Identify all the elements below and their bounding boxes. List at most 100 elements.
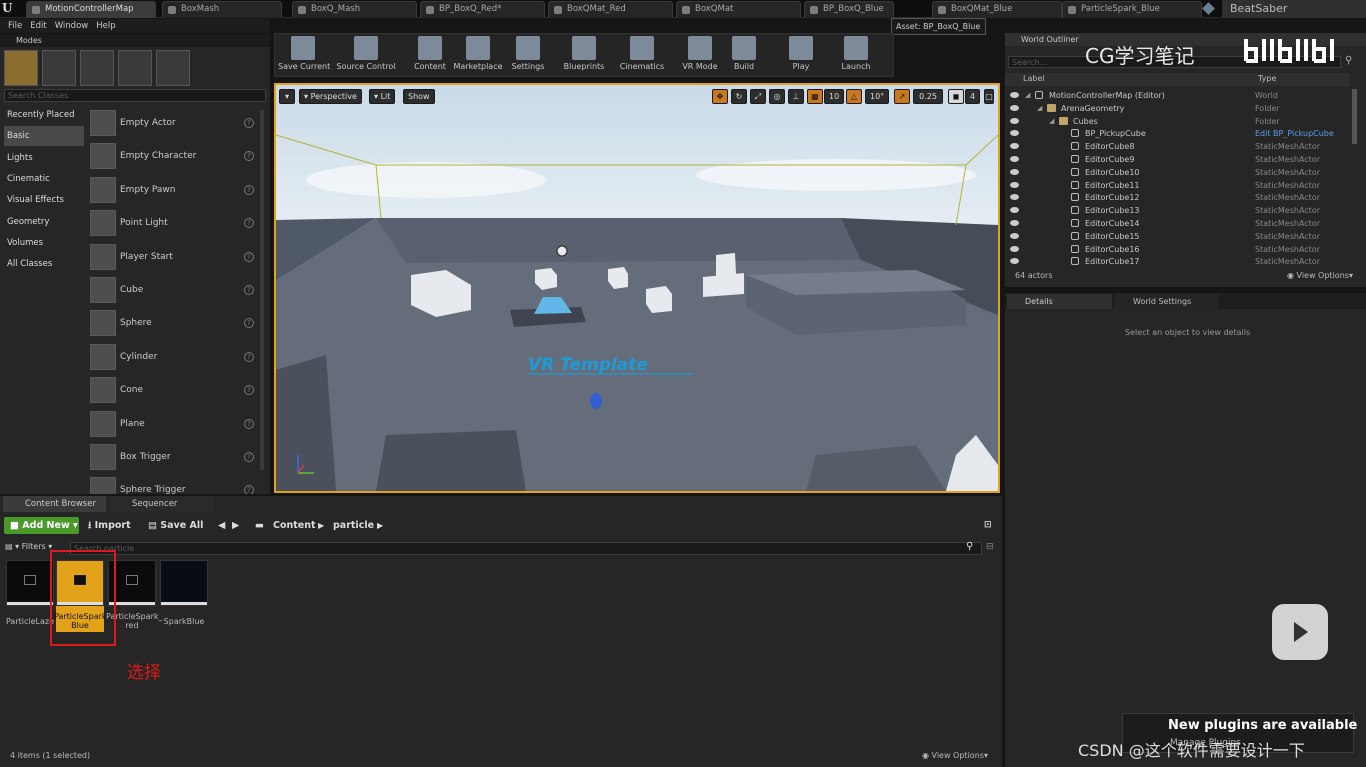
outliner-row[interactable]: EditorCube14 StaticMeshActor	[1005, 217, 1350, 230]
perspective-button[interactable]: ▾ Perspective	[299, 89, 362, 104]
menu-help[interactable]: Help	[96, 19, 115, 33]
outliner-row[interactable]: EditorCube12 StaticMeshActor	[1005, 191, 1350, 204]
visibility-eye-icon[interactable]	[1010, 245, 1019, 252]
camera-speed-value[interactable]: 4	[965, 89, 981, 104]
outliner-row[interactable]: EditorCube16 StaticMeshActor	[1005, 243, 1350, 256]
placeable-item[interactable]: Sphere Trigger?	[90, 475, 258, 494]
help-icon[interactable]: ?	[244, 118, 254, 128]
visibility-eye-icon[interactable]	[1010, 232, 1019, 239]
outliner-row[interactable]: EditorCube11 StaticMeshActor	[1005, 179, 1350, 192]
menu-edit[interactable]: Edit	[30, 19, 46, 33]
outliner-row[interactable]: ◢ MotionControllerMap (Editor) World	[1005, 89, 1350, 102]
placeable-item[interactable]: Cylinder?	[90, 342, 258, 374]
category-item[interactable]: Lights	[4, 148, 84, 168]
rotation-snap-icon[interactable]: △	[846, 89, 862, 104]
visibility-eye-icon[interactable]	[1010, 130, 1019, 137]
category-item[interactable]: Visual Effects	[4, 190, 84, 210]
visibility-eye-icon[interactable]	[1010, 156, 1019, 162]
help-icon[interactable]: ?	[244, 218, 254, 229]
video-player-icon[interactable]	[1272, 604, 1328, 660]
outliner-row[interactable]: EditorCube9 StaticMeshActor	[1005, 153, 1350, 166]
document-tab[interactable]: BoxQ_Mash	[292, 1, 417, 18]
category-item[interactable]: Cinematic	[4, 169, 84, 189]
category-item[interactable]: Recently Placed	[4, 105, 84, 125]
visibility-eye-icon[interactable]	[1010, 168, 1019, 175]
place-mode-icon[interactable]	[4, 50, 38, 86]
outliner-row[interactable]: ◢ Cubes Folder	[1005, 115, 1350, 128]
visibility-eye-icon[interactable]	[1010, 117, 1019, 124]
document-tab[interactable]: BP_BoxQ_Red*	[420, 1, 545, 18]
toolbar-button-marketplace[interactable]: Marketplace	[452, 36, 504, 76]
toolbar-button-cinematics[interactable]: Cinematics	[618, 36, 666, 76]
placeable-item[interactable]: Empty Actor?	[90, 108, 258, 140]
visibility-eye-icon[interactable]	[1010, 258, 1019, 265]
toolbar-button-settings[interactable]: Settings	[510, 36, 546, 76]
outliner-scrollbar[interactable]	[1352, 89, 1357, 144]
placeable-item[interactable]: Player Start?	[90, 242, 258, 274]
expand-arrow-icon[interactable]: ◢	[1049, 115, 1054, 128]
translate-tool-icon[interactable]: ✥	[712, 89, 728, 104]
category-item[interactable]: All Classes	[4, 254, 84, 274]
world-local-icon[interactable]: ◎	[769, 89, 785, 104]
placeable-item[interactable]: Sphere?	[90, 308, 258, 340]
visibility-eye-icon[interactable]	[1010, 181, 1019, 188]
placeable-item[interactable]: Empty Character?	[90, 141, 258, 173]
outliner-row[interactable]: EditorCube15 StaticMeshActor	[1005, 230, 1350, 243]
unreal-logo-icon[interactable]: U	[2, 1, 20, 17]
rotate-tool-icon[interactable]: ↻	[731, 89, 747, 104]
search-classes-input[interactable]: Search Classes	[4, 89, 266, 102]
sequencer-tab[interactable]: Sequencer	[110, 496, 215, 512]
world-settings-tab[interactable]: World Settings	[1115, 294, 1218, 309]
toolbar-button-blueprints[interactable]: Blueprints	[560, 36, 608, 76]
add-new-button[interactable]: ■ Add New ▾	[4, 517, 79, 534]
folder-icon[interactable]: ▬	[255, 517, 264, 534]
document-tab[interactable]: BoxQMat_Blue	[932, 1, 1062, 18]
toolbar-button-save-current[interactable]: Save Current	[278, 36, 330, 76]
placeable-item[interactable]: Cube?	[90, 275, 258, 307]
scale-snap-icon[interactable]: ↗	[894, 89, 910, 104]
category-item[interactable]: Geometry	[4, 212, 84, 232]
lock-icon[interactable]: ⊡	[984, 517, 992, 534]
outliner-row[interactable]: BP_PickupCube Edit BP_PickupCube	[1005, 127, 1350, 140]
path-particle[interactable]: particle	[333, 517, 374, 534]
visibility-eye-icon[interactable]	[1010, 143, 1019, 150]
toolbar-button-launch[interactable]: Launch	[836, 36, 876, 76]
col-label[interactable]: Label	[1023, 74, 1045, 83]
visibility-eye-icon[interactable]	[1010, 207, 1019, 214]
help-icon[interactable]: ?	[244, 452, 254, 462]
scale-snap-value[interactable]: 0.25	[913, 89, 943, 104]
outliner-view-options[interactable]: ◉ View Options▾	[1287, 271, 1353, 280]
filters-button[interactable]: ▤ ▾ Filters ▾	[5, 542, 52, 551]
document-tab[interactable]: ParticleSpark_Blue	[1062, 1, 1202, 18]
outliner-row[interactable]: EditorCube13 StaticMeshActor	[1005, 204, 1350, 217]
scale-tool-icon[interactable]: ⤢	[750, 89, 766, 104]
path-content[interactable]: Content	[273, 517, 316, 534]
foliage-mode-icon[interactable]	[118, 50, 152, 86]
help-icon[interactable]: ?	[244, 285, 254, 295]
search-icon[interactable]: ⚲	[966, 541, 973, 552]
maximize-viewport-icon[interactable]: □	[984, 89, 994, 104]
toolbar-button-play[interactable]: Play	[785, 36, 817, 76]
rotation-snap-value[interactable]: 10°	[865, 89, 890, 104]
history-back-icon[interactable]: ◀	[218, 517, 225, 534]
visibility-eye-icon[interactable]	[1010, 92, 1019, 98]
paint-mode-icon[interactable]	[42, 50, 76, 86]
geometry-mode-icon[interactable]	[156, 50, 190, 86]
menu-window[interactable]: Window	[55, 19, 89, 33]
placeable-item[interactable]: Box Trigger?	[90, 442, 258, 474]
document-tab[interactable]: MotionControllerMap	[26, 1, 156, 18]
placeable-scrollbar[interactable]	[260, 110, 264, 470]
surface-snap-icon[interactable]: ⊥	[788, 89, 804, 104]
placeable-item[interactable]: Point Light?	[90, 208, 258, 240]
toolbar-button-content[interactable]: Content	[411, 36, 449, 76]
menu-file[interactable]: File	[8, 19, 22, 33]
help-icon[interactable]: ?	[244, 385, 254, 396]
level-viewport[interactable]: VR Template ▾ ▾ Perspective ▾ Lit Show ✥…	[274, 83, 1000, 493]
outliner-row[interactable]: EditorCube10 StaticMeshActor	[1005, 166, 1350, 179]
outliner-row[interactable]: ◢ ArenaGeometry Folder	[1005, 102, 1350, 115]
content-view-options[interactable]: ◉ View Options▾	[922, 751, 988, 760]
toolbar-button-source-control[interactable]: Source Control	[336, 36, 396, 76]
visibility-eye-icon[interactable]	[1010, 104, 1019, 111]
import-button[interactable]: ⭳ Import	[88, 517, 131, 534]
document-tab[interactable]: BoxMash	[162, 1, 282, 18]
